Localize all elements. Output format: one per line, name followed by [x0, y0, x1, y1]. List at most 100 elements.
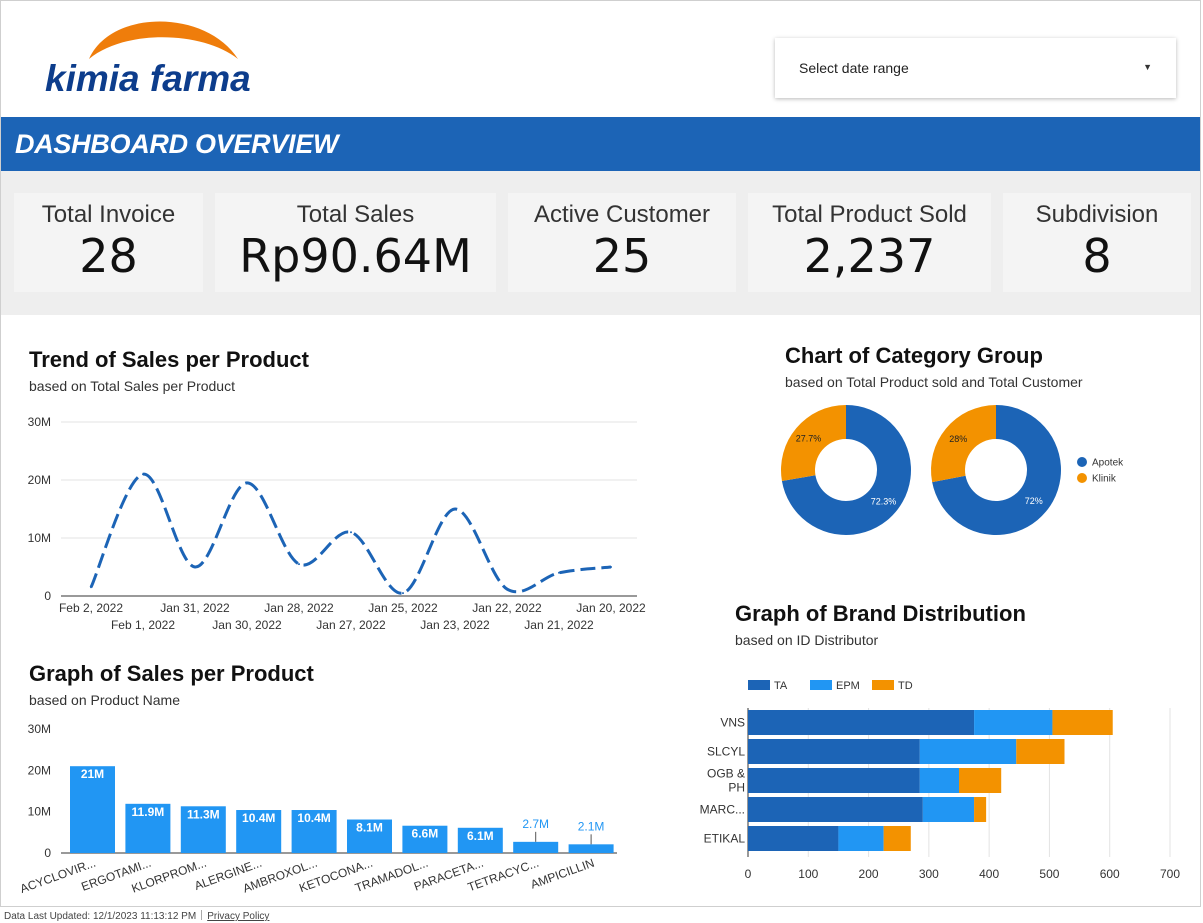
bar-segment	[1052, 710, 1113, 735]
legend-dot	[1077, 473, 1087, 483]
bar-segment	[974, 710, 1053, 735]
kpi-total-invoice: Total Invoice 28	[14, 193, 203, 292]
dashboard-header: DASHBOARD OVERVIEW	[1, 117, 1200, 171]
slice-value-label: 72.3%	[871, 497, 897, 507]
privacy-policy-link[interactable]: Privacy Policy	[207, 911, 269, 922]
bar-segment	[748, 739, 920, 764]
sales-product-chart-subtitle: based on Product Name	[29, 692, 180, 708]
y-tick-label: 30M	[28, 722, 51, 736]
x-tick-label: 700	[1160, 867, 1180, 881]
bar-segment	[919, 739, 1017, 764]
y-tick-label: 10M	[28, 805, 51, 819]
x-tick-label: Jan 25, 2022	[368, 601, 438, 615]
y-tick-label: 30M	[28, 415, 51, 429]
x-tick-label: Feb 1, 2022	[111, 618, 175, 632]
bar-value-label: 2.1M	[578, 819, 605, 833]
trend-chart-title: Trend of Sales per Product	[29, 347, 309, 372]
x-tick-label: 0	[745, 867, 752, 881]
category-chart-subtitle: based on Total Product sold and Total Cu…	[785, 374, 1083, 390]
trend-data-point	[142, 473, 144, 476]
date-range-label: Select date range	[799, 60, 909, 76]
x-tick-label: Jan 22, 2022	[472, 601, 542, 615]
brand-distribution-bar-chart: 0 100 200 300 400 500 600 700 TA EPM TD VNS SLCYL OGB…	[700, 680, 1180, 881]
y-tick-label: ETIKAL	[704, 832, 746, 846]
bar-value-label: 11.9M	[132, 805, 165, 819]
dashboard-frame: kimia farma Select date range ▼ DASHBOAR…	[0, 0, 1201, 907]
legend-label: EPM	[836, 680, 860, 692]
kimia-farma-logo: kimia farma	[45, 21, 251, 99]
slice-value-label: 27.7%	[796, 433, 822, 443]
kpi-subdivision: Subdivision 8	[1003, 193, 1191, 292]
x-tick-label: 500	[1039, 867, 1059, 881]
legend-label: Klinik	[1092, 474, 1117, 485]
kpi-active-customer: Active Customer 25	[508, 193, 736, 292]
kpi-total-sales: Total Sales Rp90.64M	[215, 193, 496, 292]
y-tick-label: 20M	[28, 763, 51, 777]
trend-data-point	[454, 508, 456, 510]
trend-data-point	[506, 588, 508, 591]
trend-data-point	[610, 566, 612, 568]
legend-label: TA	[774, 680, 788, 692]
y-tick-label: OGB &	[707, 767, 745, 781]
slice-value-label: 72%	[1025, 496, 1043, 506]
y-tick-label: 0	[44, 846, 51, 860]
kpi-label: Subdivision	[1035, 201, 1159, 228]
brand-chart-title: Graph of Brand Distribution	[735, 601, 1026, 626]
trend-data-point	[246, 481, 248, 484]
date-range-picker[interactable]: Select date range ▼	[775, 38, 1176, 98]
trend-data-point	[194, 566, 196, 568]
bar-segment	[748, 710, 975, 735]
bar	[568, 844, 614, 853]
legend-swatch	[872, 680, 894, 690]
x-tick-label: Feb 2, 2022	[59, 601, 123, 615]
bar-segment	[883, 826, 911, 851]
kpi-label: Total Invoice	[41, 201, 176, 228]
kpi-value: 8	[1082, 229, 1112, 283]
category-chart-title: Chart of Category Group	[785, 343, 1043, 368]
x-tick-label: 400	[979, 867, 999, 881]
bar	[513, 841, 559, 853]
logo-sun-arc	[89, 21, 238, 59]
page-title: DASHBOARD OVERVIEW	[15, 129, 339, 159]
kpi-value: 2,237	[803, 229, 936, 283]
kpi-value: 28	[79, 229, 138, 283]
category-donut-charts: 72.3% 27.7% 72% 28% Apotek Klinik	[781, 405, 1124, 535]
x-tick-label: Jan 23, 2022	[420, 618, 490, 632]
x-tick-label: Jan 28, 2022	[264, 601, 334, 615]
x-tick-label: 100	[798, 867, 818, 881]
trend-chart-subtitle: based on Total Sales per Product	[29, 378, 235, 394]
x-tick-label: Jan 30, 2022	[212, 618, 282, 632]
x-tick-label: Jan 31, 2022	[160, 601, 230, 615]
sales-product-chart-title: Graph of Sales per Product	[29, 661, 314, 686]
bar-segment	[1016, 739, 1065, 764]
bar-segment	[838, 826, 884, 851]
bar-segment	[919, 768, 959, 793]
x-tick-label: Jan 20, 2022	[576, 601, 646, 615]
bar-segment	[974, 797, 987, 822]
bar-value-label: 10.4M	[242, 811, 275, 825]
legend-swatch	[810, 680, 832, 690]
kpi-label: Active Customer	[533, 201, 711, 228]
kpi-value: Rp90.64M	[239, 229, 472, 283]
footer: Data Last Updated: 12/1/2023 11:13:12 PM…	[4, 910, 269, 922]
bar-value-label: 6.1M	[467, 829, 494, 843]
bar-value-label: 10.4M	[297, 811, 330, 825]
trend-series-line	[89, 472, 612, 595]
bar-value-label: 11.3M	[187, 807, 220, 821]
bar-segment	[959, 768, 1002, 793]
last-updated-text: Data Last Updated: 12/1/2023 11:13:12 PM	[4, 911, 197, 922]
bar-value-label: 6.6M	[412, 827, 439, 841]
kpi-label: Total Product Sold	[772, 201, 967, 228]
bar-value-label: 8.1M	[356, 821, 383, 835]
bar-value-label: 2.7M	[522, 817, 549, 831]
slice-value-label: 28%	[949, 434, 967, 444]
y-tick-label: VNS	[720, 716, 745, 730]
bar-segment	[748, 826, 839, 851]
x-tick-label: 200	[859, 867, 879, 881]
y-tick-label: 0	[44, 589, 51, 603]
y-tick-label: MARC...	[700, 803, 745, 817]
legend-dot	[1077, 457, 1087, 467]
x-tick-label: Jan 27, 2022	[316, 618, 386, 632]
x-tick-label: AMPICILLIN	[529, 856, 596, 892]
legend-label: TD	[898, 680, 913, 692]
